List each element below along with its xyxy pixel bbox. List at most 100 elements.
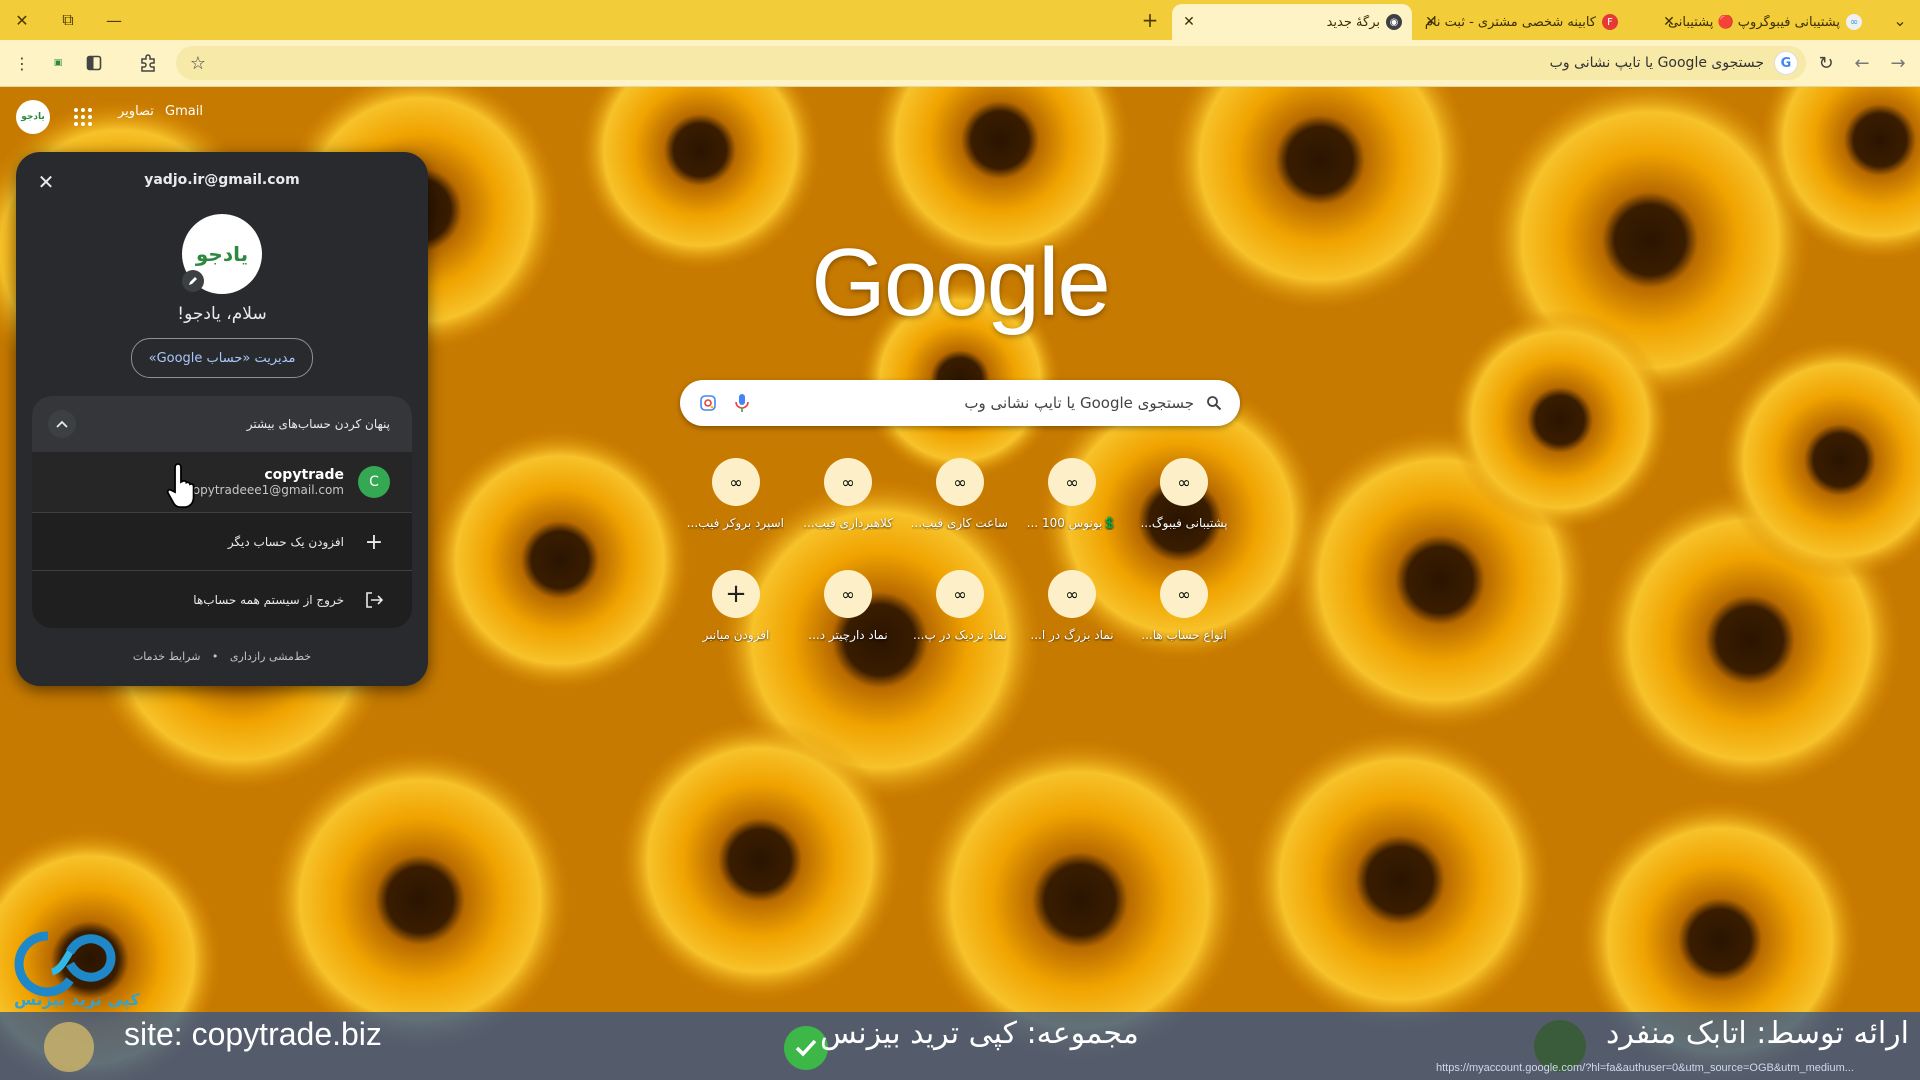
hide-accounts-label: پنهان کردن حساب‌های بیشتر (246, 417, 390, 431)
copytrade-icon: ∞ (1048, 570, 1096, 618)
chevron-up-icon (48, 410, 76, 438)
sign-out-label: خروج از سیستم همه حساب‌ها (193, 593, 344, 607)
window-close-button[interactable]: ✕ (6, 6, 38, 34)
copytrade-icon: ∞ (1048, 458, 1096, 506)
shortcut-label: کلاهبرداری فیب... (803, 516, 893, 530)
profile-icon[interactable]: ▣ (44, 49, 72, 77)
tab-search-button[interactable]: ⌄ (1884, 6, 1916, 34)
privacy-link[interactable]: خط‌مشی رازداری (230, 650, 311, 663)
google-g-icon: G (1774, 51, 1798, 75)
google-lens-icon[interactable] (696, 391, 720, 415)
shortcut-label: نماد دارچیتر د... (808, 628, 888, 642)
account-email: copytradeee1@gmail.com (186, 483, 344, 497)
watermark-text: کپی ترید بیزنس (14, 990, 140, 1009)
shortcut-label: 💲بونوس 100 ... (1026, 516, 1118, 530)
apps-grid-icon[interactable] (74, 108, 92, 126)
tab-close-icon[interactable]: ✕ (1180, 13, 1198, 31)
shortcut-tile[interactable]: ∞ 💲بونوس 100 ... (1024, 458, 1120, 530)
status-bar-url: https://myaccount.google.com/?hl=fa&auth… (1436, 1062, 1854, 1074)
tab-strip: ✕ ⧉ — + ◉ برگهٔ جدید ✕ F کابینه شخصی مشت… (0, 0, 1920, 40)
search-placeholder: جستجوی Google یا تایپ نشانی وب (964, 394, 1194, 412)
copytrade-icon: ∞ (936, 458, 984, 506)
tab-title: پشتیبانی فیبوگروپ 🔴 پشتیبانی (1667, 14, 1840, 30)
copytrade-icon: ∞ (1160, 458, 1208, 506)
account-name: copytrade (264, 467, 344, 483)
logout-icon (358, 584, 390, 616)
tab-title: کابینه شخصی مشتری - ثبت نام (1424, 14, 1596, 30)
menu-kebab-icon[interactable]: ⋮ (8, 49, 36, 77)
account-panel: ✕ yadjo.ir@gmail.com یادجو سلام، یادجو! … (16, 152, 428, 686)
copytrade-icon: ∞ (824, 570, 872, 618)
shortcut-label: اسپرد بروکر فیب... (688, 516, 784, 530)
gmail-link[interactable]: Gmail (165, 104, 203, 119)
shortcut-label: پشتیبانی فیبوگ... (1140, 516, 1228, 530)
tab-new-tab[interactable]: ◉ برگهٔ جدید ✕ (1172, 4, 1412, 40)
window-minimize-button[interactable]: — (98, 6, 130, 34)
copytrade-icon: ∞ (712, 458, 760, 506)
shortcut-label: ساعت کاری فیب... (912, 516, 1008, 530)
sign-out-button[interactable]: خروج از سیستم همه حساب‌ها (32, 570, 412, 628)
images-link[interactable]: تصاویر (118, 104, 154, 119)
hand-cursor-icon (166, 463, 195, 509)
shortcut-label: انواع حساب ها... (1141, 628, 1227, 642)
forward-icon[interactable]: → (1884, 49, 1912, 77)
chrome-icon: ◉ (1386, 14, 1402, 30)
banner-collection: مجموعه: کپی ترید بیزنس (820, 1016, 1139, 1051)
edit-pencil-icon[interactable] (182, 270, 204, 292)
panel-email: yadjo.ir@gmail.com (144, 172, 300, 188)
shortcut-label: نماد بزرگ در ا... (1030, 628, 1114, 642)
shortcut-tile[interactable]: ∞ پشتیبانی فیبوگ... (1136, 458, 1232, 530)
shortcut-tile[interactable]: ∞ اسپرد بروکر فیب... (688, 458, 784, 530)
google-logo: Google (811, 229, 1111, 336)
greeting: سلام، یادجو! (177, 304, 267, 324)
shortcut-tile[interactable]: ∞ نماد بزرگ در ا... (1024, 570, 1120, 642)
window-restore-button[interactable]: ⧉ (52, 6, 84, 34)
microphone-icon[interactable] (730, 391, 754, 415)
account-row-copytrade[interactable]: C copytrade copytradeee1@gmail.com (32, 452, 412, 512)
search-icon (1204, 393, 1224, 413)
address-bar-text: جستجوی Google یا تایپ نشانی وب (1549, 55, 1764, 71)
globe-icon (44, 1022, 94, 1072)
extensions-icon[interactable] (134, 49, 162, 77)
shortcut-tile[interactable]: ∞ نماد دارچیتر د... (800, 570, 896, 642)
add-account-button[interactable]: + افزودن یک حساب دیگر (32, 512, 412, 571)
banner-site: site: copytrade.biz (124, 1016, 382, 1052)
copytrade-icon: ∞ (824, 458, 872, 506)
search-box[interactable]: جستجوی Google یا تایپ نشانی وب (680, 380, 1240, 426)
footer-dot: • (211, 650, 219, 663)
copytrade-icon: ∞ (1160, 570, 1208, 618)
new-tab-button[interactable]: + (1134, 6, 1166, 34)
shortcut-tile[interactable]: ∞ انواع حساب ها... (1136, 570, 1232, 642)
bookmark-star-icon[interactable]: ☆ (184, 49, 212, 77)
tab-close-icon[interactable]: ✕ (1660, 13, 1678, 31)
accounts-list: پنهان کردن حساب‌های بیشتر C copytrade co… (32, 396, 412, 628)
panel-footer: خط‌مشی رازداری • شرایط خدمات (16, 650, 428, 663)
add-shortcut-button[interactable]: + افزودن میانبر (688, 570, 784, 642)
copytrade-icon: ∞ (1846, 14, 1862, 30)
account-avatar-button[interactable]: یادجو (16, 100, 50, 134)
shortcut-tile[interactable]: ∞ نماد نزدیک در پ... (912, 570, 1008, 642)
shortcut-tile[interactable]: ∞ ساعت کاری فیب... (912, 458, 1008, 530)
back-icon[interactable]: ← (1848, 49, 1876, 77)
plus-icon: + (364, 529, 384, 555)
manage-account-button[interactable]: مدیریت «حساب Google» (131, 338, 313, 378)
address-bar[interactable]: G جستجوی Google یا تایپ نشانی وب (176, 46, 1806, 80)
shortcut-label: افزودن میانبر (702, 628, 770, 642)
banner-presenter: ارائه توسط: اتابک منفرد (1606, 1016, 1910, 1051)
tab-client-cabinet[interactable]: F کابینه شخصی مشتری - ثبت نام ✕ (1414, 4, 1628, 40)
tab-close-icon[interactable]: ✕ (1422, 13, 1440, 31)
shortcut-label: نماد نزدیک در پ... (913, 628, 1007, 642)
add-account-label: افزودن یک حساب دیگر (227, 535, 344, 549)
browser-toolbar: ⋮ ▣ G جستجوی Google یا تایپ نشانی وب ☆ ↻… (0, 40, 1920, 87)
shortcut-tile[interactable]: ∞ کلاهبرداری فیب... (800, 458, 896, 530)
hide-accounts-toggle[interactable]: پنهان کردن حساب‌های بیشتر (32, 396, 412, 452)
copytrade-icon: ∞ (936, 570, 984, 618)
fibo-icon: F (1602, 14, 1618, 30)
tab-support[interactable]: ∞ پشتیبانی فیبوگروپ 🔴 پشتیبانی ✕ (1652, 4, 1872, 40)
plus-icon: + (712, 570, 760, 618)
tab-title: برگهٔ جدید (1326, 14, 1380, 30)
side-panel-icon[interactable] (80, 49, 108, 77)
reload-icon[interactable]: ↻ (1812, 49, 1840, 77)
terms-link[interactable]: شرایط خدمات (133, 650, 201, 663)
account-initial-avatar: C (358, 466, 390, 498)
